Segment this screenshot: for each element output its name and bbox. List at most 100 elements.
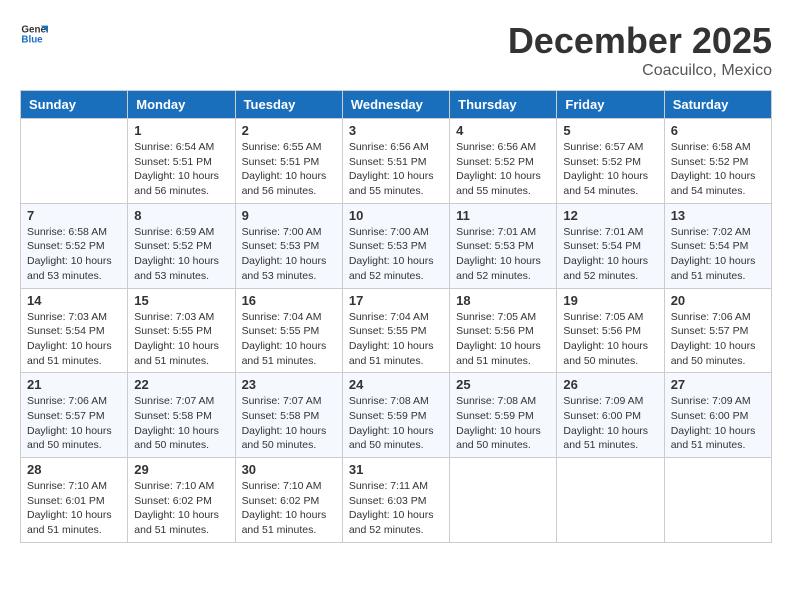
calendar-week-row: 28 Sunrise: 7:10 AMSunset: 6:01 PMDayligh…	[21, 458, 772, 543]
calendar-cell: 5Sunrise: 6:57 AMSunset: 5:52 PMDaylight…	[557, 119, 664, 204]
day-number: 13	[671, 208, 765, 223]
day-number: 3	[349, 123, 443, 138]
calendar-cell: 21Sunrise: 7:06 AMSunset: 5:57 PMDayligh…	[21, 373, 128, 458]
day-number: 16	[242, 293, 336, 308]
day-info: Sunrise: 7:05 AMSunset: 5:56 PMDaylight:…	[456, 310, 550, 369]
day-number: 19	[563, 293, 657, 308]
day-number: 17	[349, 293, 443, 308]
day-header-friday: Friday	[557, 91, 664, 119]
calendar-cell: 10 Sunrise: 7:00 AMSunset: 5:53 PMDayligh…	[342, 203, 449, 288]
calendar-cell: 24 Sunrise: 7:08 AMSunset: 5:59 PMDayligh…	[342, 373, 449, 458]
calendar-cell: 12 Sunrise: 7:01 AMSunset: 5:54 PMDayligh…	[557, 203, 664, 288]
day-number: 1	[134, 123, 228, 138]
day-info: Sunrise: 7:04 AMSunset: 5:55 PMDaylight:…	[349, 310, 443, 369]
day-number: 24	[349, 377, 443, 392]
calendar-cell: 4 Sunrise: 6:56 AMSunset: 5:52 PMDaylight…	[450, 119, 557, 204]
day-info: Sunrise: 7:05 AMSunset: 5:56 PMDaylight:…	[563, 310, 657, 369]
day-number: 28	[27, 462, 121, 477]
day-info: Sunrise: 7:02 AMSunset: 5:54 PMDaylight:…	[671, 225, 765, 284]
day-number: 25	[456, 377, 550, 392]
calendar-cell	[21, 119, 128, 204]
calendar-cell: 16Sunrise: 7:04 AMSunset: 5:55 PMDayligh…	[235, 288, 342, 373]
day-number: 26	[563, 377, 657, 392]
month-title: December 2025	[508, 20, 772, 62]
day-info: Sunrise: 6:55 AMSunset: 5:51 PMDaylight:…	[242, 140, 336, 199]
day-header-thursday: Thursday	[450, 91, 557, 119]
day-number: 20	[671, 293, 765, 308]
day-number: 15	[134, 293, 228, 308]
logo-icon: General Blue	[20, 20, 48, 48]
day-number: 7	[27, 208, 121, 223]
calendar-cell: 26Sunrise: 7:09 AMSunset: 6:00 PMDayligh…	[557, 373, 664, 458]
day-info: Sunrise: 7:00 AMSunset: 5:53 PMDaylight:…	[349, 225, 443, 284]
title-area: December 2025 Coacuilco, Mexico	[508, 20, 772, 80]
day-info: Sunrise: 6:57 AMSunset: 5:52 PMDaylight:…	[563, 140, 657, 199]
day-number: 2	[242, 123, 336, 138]
day-info: Sunrise: 6:56 AMSunset: 5:52 PMDaylight:…	[456, 140, 550, 199]
day-info: Sunrise: 7:08 AMSunset: 5:59 PMDaylight:…	[456, 394, 550, 453]
day-number: 12	[563, 208, 657, 223]
day-info: Sunrise: 7:07 AMSunset: 5:58 PMDaylight:…	[242, 394, 336, 453]
day-number: 27	[671, 377, 765, 392]
calendar-cell	[450, 458, 557, 543]
calendar-cell: 2 Sunrise: 6:55 AMSunset: 5:51 PMDaylight…	[235, 119, 342, 204]
calendar-cell: 25 Sunrise: 7:08 AMSunset: 5:59 PMDayligh…	[450, 373, 557, 458]
day-info: Sunrise: 6:56 AMSunset: 5:51 PMDaylight:…	[349, 140, 443, 199]
day-info: Sunrise: 7:10 AMSunset: 6:01 PMDaylight:…	[27, 479, 121, 538]
day-number: 22	[134, 377, 228, 392]
calendar-cell: 1 Sunrise: 6:54 AMSunset: 5:51 PMDaylight…	[128, 119, 235, 204]
day-info: Sunrise: 7:01 AMSunset: 5:53 PMDaylight:…	[456, 225, 550, 284]
calendar-header-row: SundayMondayTuesdayWednesdayThursdayFrid…	[21, 91, 772, 119]
day-info: Sunrise: 7:10 AMSunset: 6:02 PMDaylight:…	[134, 479, 228, 538]
day-number: 9	[242, 208, 336, 223]
calendar-cell: 11Sunrise: 7:01 AMSunset: 5:53 PMDayligh…	[450, 203, 557, 288]
day-number: 18	[456, 293, 550, 308]
day-number: 29	[134, 462, 228, 477]
day-info: Sunrise: 6:58 AMSunset: 5:52 PMDaylight:…	[671, 140, 765, 199]
day-header-tuesday: Tuesday	[235, 91, 342, 119]
calendar-cell: 30Sunrise: 7:10 AMSunset: 6:02 PMDayligh…	[235, 458, 342, 543]
day-info: Sunrise: 7:10 AMSunset: 6:02 PMDaylight:…	[242, 479, 336, 538]
day-number: 8	[134, 208, 228, 223]
calendar-cell: 31 Sunrise: 7:11 AMSunset: 6:03 PMDayligh…	[342, 458, 449, 543]
svg-text:Blue: Blue	[21, 34, 43, 45]
calendar-cell: 17 Sunrise: 7:04 AMSunset: 5:55 PMDayligh…	[342, 288, 449, 373]
day-number: 6	[671, 123, 765, 138]
calendar-cell: 27Sunrise: 7:09 AMSunset: 6:00 PMDayligh…	[664, 373, 771, 458]
calendar-cell: 9 Sunrise: 7:00 AMSunset: 5:53 PMDaylight…	[235, 203, 342, 288]
day-info: Sunrise: 6:59 AMSunset: 5:52 PMDaylight:…	[134, 225, 228, 284]
day-number: 14	[27, 293, 121, 308]
calendar-cell	[664, 458, 771, 543]
day-info: Sunrise: 6:54 AMSunset: 5:51 PMDaylight:…	[134, 140, 228, 199]
calendar-cell: 20Sunrise: 7:06 AMSunset: 5:57 PMDayligh…	[664, 288, 771, 373]
day-info: Sunrise: 7:07 AMSunset: 5:58 PMDaylight:…	[134, 394, 228, 453]
logo: General Blue	[20, 20, 48, 48]
day-header-monday: Monday	[128, 91, 235, 119]
day-info: Sunrise: 7:08 AMSunset: 5:59 PMDaylight:…	[349, 394, 443, 453]
day-number: 23	[242, 377, 336, 392]
calendar-cell: 29 Sunrise: 7:10 AMSunset: 6:02 PMDayligh…	[128, 458, 235, 543]
page-header: General Blue December 2025 Coacuilco, Me…	[20, 20, 772, 80]
calendar-cell: 18 Sunrise: 7:05 AMSunset: 5:56 PMDayligh…	[450, 288, 557, 373]
location-title: Coacuilco, Mexico	[508, 62, 772, 80]
day-info: Sunrise: 7:06 AMSunset: 5:57 PMDaylight:…	[27, 394, 121, 453]
day-number: 31	[349, 462, 443, 477]
day-info: Sunrise: 7:03 AMSunset: 5:55 PMDaylight:…	[134, 310, 228, 369]
day-number: 10	[349, 208, 443, 223]
day-info: Sunrise: 6:58 AMSunset: 5:52 PMDaylight:…	[27, 225, 121, 284]
calendar-table: SundayMondayTuesdayWednesdayThursdayFrid…	[20, 90, 772, 543]
day-info: Sunrise: 7:11 AMSunset: 6:03 PMDaylight:…	[349, 479, 443, 538]
day-header-sunday: Sunday	[21, 91, 128, 119]
day-info: Sunrise: 7:00 AMSunset: 5:53 PMDaylight:…	[242, 225, 336, 284]
day-number: 4	[456, 123, 550, 138]
calendar-cell: 22 Sunrise: 7:07 AMSunset: 5:58 PMDayligh…	[128, 373, 235, 458]
calendar-week-row: 1 Sunrise: 6:54 AMSunset: 5:51 PMDaylight…	[21, 119, 772, 204]
day-info: Sunrise: 7:01 AMSunset: 5:54 PMDaylight:…	[563, 225, 657, 284]
calendar-cell	[557, 458, 664, 543]
calendar-week-row: 7 Sunrise: 6:58 AMSunset: 5:52 PMDaylight…	[21, 203, 772, 288]
calendar-week-row: 21Sunrise: 7:06 AMSunset: 5:57 PMDayligh…	[21, 373, 772, 458]
calendar-cell: 14Sunrise: 7:03 AMSunset: 5:54 PMDayligh…	[21, 288, 128, 373]
calendar-week-row: 14Sunrise: 7:03 AMSunset: 5:54 PMDayligh…	[21, 288, 772, 373]
calendar-cell: 23 Sunrise: 7:07 AMSunset: 5:58 PMDayligh…	[235, 373, 342, 458]
calendar-cell: 8 Sunrise: 6:59 AMSunset: 5:52 PMDaylight…	[128, 203, 235, 288]
